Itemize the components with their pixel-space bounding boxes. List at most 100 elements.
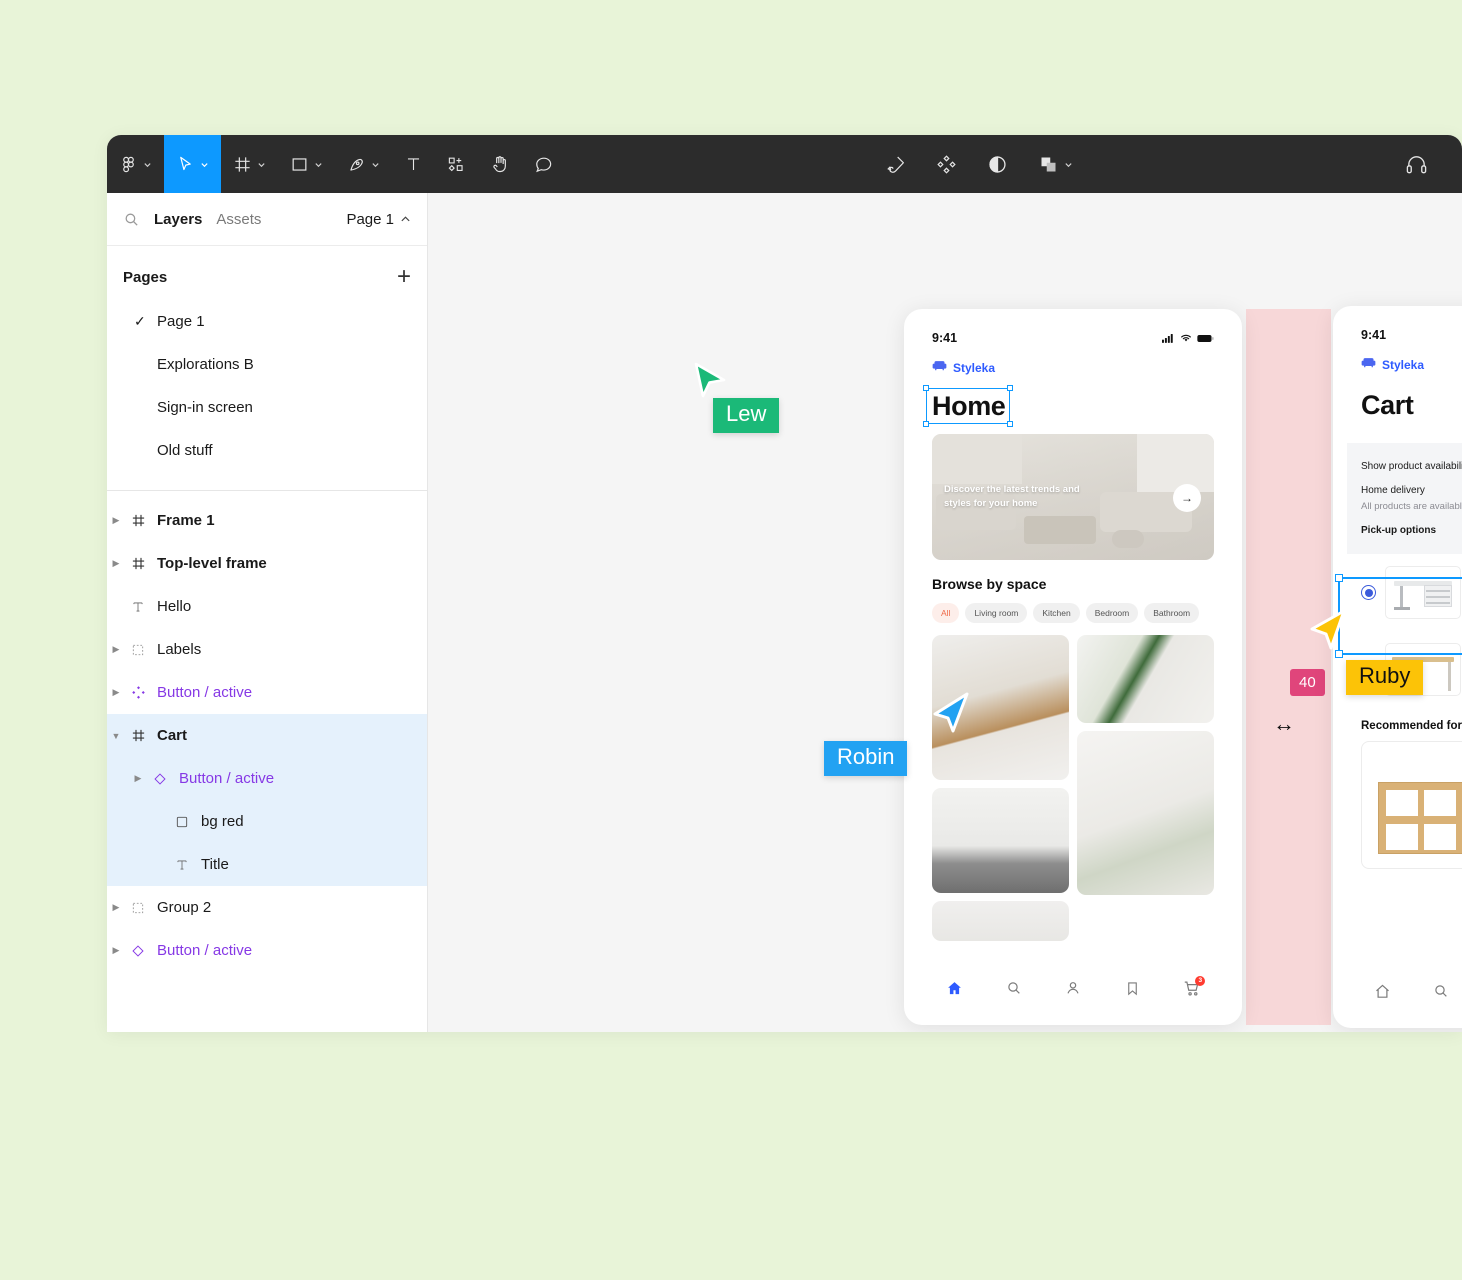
move-tool-button[interactable]	[164, 135, 221, 193]
chevron-right-icon[interactable]: ▶	[107, 644, 125, 655]
chip-kitchen[interactable]: Kitchen	[1033, 603, 1080, 623]
component-diamond-icon	[125, 944, 151, 958]
pages-header: Pages +	[107, 254, 427, 300]
cart-item-row[interactable]: Foldable Desk $59.99 1 +	[1361, 554, 1462, 631]
grid-image-partial[interactable]	[932, 901, 1069, 941]
page-item-old-stuff[interactable]: Old stuff	[107, 429, 427, 472]
chip-bedroom[interactable]: Bedroom	[1085, 603, 1139, 623]
check-icon: ✓	[134, 313, 146, 329]
chip-living-room[interactable]: Living room	[965, 603, 1028, 623]
page-item-page-1[interactable]: ✓ Page 1	[107, 300, 427, 343]
layer-row[interactable]: ▶ Button / active	[107, 929, 427, 972]
availability-label: Show product availability	[1361, 460, 1462, 472]
layer-row[interactable]: ▶ Frame 1	[107, 499, 427, 542]
section-title: Browse by space	[932, 576, 1047, 592]
layer-row[interactable]: ▶ Group 2	[107, 886, 427, 929]
hero-text: Discover the latest trends and styles fo…	[944, 484, 1080, 510]
component-diamond-icon	[147, 772, 173, 786]
category-chips: All Living room Kitchen Bedroom Bathroom	[932, 603, 1214, 623]
chevron-up-icon	[401, 215, 410, 221]
layer-row[interactable]: Hello	[107, 585, 427, 628]
grid-image-kitchen-shelf[interactable]	[932, 635, 1069, 780]
components-tool-button[interactable]	[435, 135, 478, 193]
boolean-button[interactable]	[1026, 135, 1085, 193]
figma-menu-button[interactable]	[107, 135, 164, 193]
cart-title-wrap: Cart	[1361, 390, 1462, 421]
plus-icon[interactable]: +	[397, 265, 411, 289]
toolbar-left-group	[107, 135, 565, 193]
plugins-button[interactable]	[924, 135, 969, 193]
text-tool-button[interactable]	[392, 135, 435, 193]
selection-handle-br[interactable]	[1007, 421, 1013, 427]
recommended-card[interactable]	[1361, 741, 1462, 869]
item-thumbnail	[1385, 566, 1461, 619]
selection-handle-tl[interactable]	[923, 385, 929, 391]
pen-tool-button[interactable]	[335, 135, 392, 193]
layer-label: Group 2	[157, 899, 212, 916]
status-bar: 9:41	[918, 323, 1228, 347]
tab-home-icon[interactable]	[1374, 983, 1391, 1000]
contrast-button[interactable]	[975, 135, 1020, 193]
cart-badge: 3	[1195, 975, 1206, 986]
tab-bookmark-icon[interactable]	[1125, 981, 1140, 996]
layer-row[interactable]: ▼ Cart	[107, 714, 427, 757]
page-item-sign-in-screen[interactable]: Sign-in screen	[107, 386, 427, 429]
layer-row[interactable]: ▶ Top-level frame	[107, 542, 427, 585]
pickup-options-row[interactable]: Pick-up options	[1361, 518, 1462, 542]
page-selector[interactable]: Page 1	[346, 211, 411, 228]
search-icon[interactable]	[123, 211, 140, 228]
hero-banner[interactable]: Discover the latest trends and styles fo…	[932, 434, 1214, 560]
selection-handle-bl[interactable]	[923, 421, 929, 427]
page-title[interactable]: Cart	[1361, 390, 1414, 420]
chip-all[interactable]: All	[932, 603, 960, 623]
selection-handle-bl[interactable]	[1335, 650, 1343, 658]
hand-tool-button[interactable]	[478, 135, 522, 193]
brand-name: Styleka	[953, 361, 996, 375]
tab-home-icon[interactable]	[946, 980, 963, 997]
tab-cart-icon[interactable]: 3	[1183, 975, 1206, 997]
tab-assets[interactable]: Assets	[216, 211, 261, 228]
layer-row[interactable]: bg red	[107, 800, 427, 843]
tab-layers[interactable]: Layers	[154, 211, 202, 228]
frame-home-screen[interactable]: 9:41 Styleka Home Discover the latest tr…	[904, 309, 1242, 1025]
chevron-right-icon[interactable]: ▶	[107, 902, 125, 913]
grid-image-bathroom[interactable]	[932, 788, 1069, 893]
design-canvas[interactable]: 40 ↔ 9:41 Styleka Home Discover the late…	[428, 193, 1462, 1032]
tab-person-icon[interactable]	[1065, 980, 1081, 996]
grid-image-dining[interactable]	[1077, 731, 1214, 895]
chevron-down-icon[interactable]: ▼	[107, 731, 125, 741]
layer-row[interactable]: Title	[107, 843, 427, 886]
chevron-right-icon[interactable]: ▶	[107, 945, 125, 956]
layer-row[interactable]: ▶ Button / active	[107, 757, 427, 800]
actions-button[interactable]	[873, 135, 918, 193]
chevron-right-icon[interactable]: ▶	[107, 558, 125, 569]
availability-row[interactable]: Show product availability	[1361, 453, 1462, 479]
item-radio[interactable]	[1361, 585, 1376, 600]
tab-search-icon[interactable]	[1006, 980, 1022, 996]
selection-handle-tl[interactable]	[1335, 574, 1343, 582]
space-image-grid	[932, 635, 1214, 941]
audio-button[interactable]	[1393, 135, 1440, 193]
tab-search-icon[interactable]	[1433, 983, 1449, 999]
layer-row[interactable]: ▶ Labels	[107, 628, 427, 671]
shape-tool-button[interactable]	[278, 135, 335, 193]
arrow-right-icon[interactable]: →	[1173, 484, 1201, 512]
chevron-right-icon[interactable]: ▶	[129, 773, 147, 784]
selection-handle-tr[interactable]	[1007, 385, 1013, 391]
chevron-right-icon[interactable]: ▶	[107, 687, 125, 698]
chip-bathroom[interactable]: Bathroom	[1144, 603, 1200, 623]
half-circle-icon	[987, 154, 1008, 175]
comment-tool-button[interactable]	[522, 135, 565, 193]
status-icons	[1162, 333, 1214, 343]
pages-header-label: Pages	[123, 268, 168, 286]
page-item-label: Explorations B	[157, 356, 254, 373]
frame-tool-button[interactable]	[221, 135, 278, 193]
chevron-down-icon	[257, 160, 266, 169]
grid-image-living-plant[interactable]	[1077, 635, 1214, 723]
brand: Styleka	[918, 347, 1228, 377]
page-item-explorations-b[interactable]: Explorations B	[107, 343, 427, 386]
delivery-row[interactable]: Home delivery Postal code 11201	[1361, 479, 1462, 502]
layer-row[interactable]: ▶ Button / active	[107, 671, 427, 714]
chevron-right-icon[interactable]: ▶	[107, 515, 125, 526]
cursor-label-robin: Robin	[824, 741, 908, 776]
